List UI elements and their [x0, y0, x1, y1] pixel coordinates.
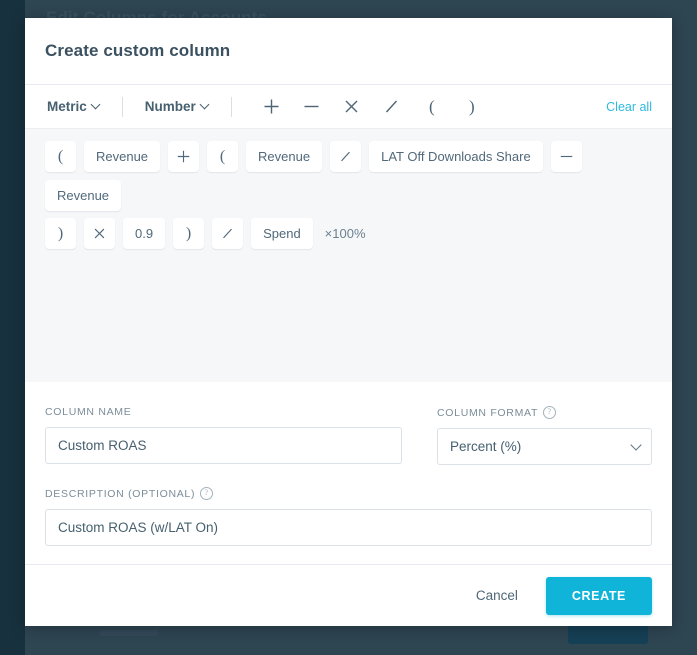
formula-token-metric[interactable]: Revenue [84, 141, 160, 172]
number-dropdown-label: Number [145, 99, 196, 114]
formula-row-1: ( Revenue ( Revenue LAT Off Downloads Share R… [45, 141, 652, 211]
create-custom-column-modal: Create custom column Metric Number [25, 18, 672, 626]
column-format-selected-value: Percent (%) [450, 439, 521, 454]
clear-all-link[interactable]: Clear all [606, 100, 652, 114]
multiply-icon [343, 98, 360, 115]
description-label-text: DESCRIPTION (OPTIONAL) [45, 488, 195, 500]
info-icon[interactable]: ? [200, 487, 213, 500]
formula-token-operator-minus[interactable] [551, 141, 582, 172]
formula-token-number[interactable]: 0.9 [123, 218, 165, 249]
formula-suffix-label: ×100% [321, 226, 366, 241]
open-paren-icon: ( [429, 98, 435, 115]
toolbar-divider [231, 97, 232, 117]
divide-slash-icon [383, 98, 400, 115]
column-settings-section: COLUMN NAME COLUMN FORMAT ? Percent (%) [25, 382, 672, 564]
chevron-down-icon [92, 101, 100, 109]
minus-icon [303, 98, 320, 115]
formula-token-metric[interactable]: Spend [251, 218, 313, 249]
plus-icon [263, 98, 280, 115]
formula-row-2: ) 0.9) Spend ×100% [45, 218, 652, 249]
formula-token-paren[interactable]: ) [173, 218, 204, 249]
formula-token-metric[interactable]: LAT Off Downloads Share [369, 141, 543, 172]
number-dropdown[interactable]: Number [143, 97, 211, 116]
modal-footer: Cancel CREATE [25, 564, 672, 626]
column-format-label: COLUMN FORMAT ? [437, 406, 652, 419]
formula-token-operator-plus[interactable] [168, 141, 199, 172]
column-name-field-block: COLUMN NAME [45, 406, 402, 465]
background-left-rail [0, 0, 25, 655]
info-icon[interactable]: ? [543, 406, 556, 419]
description-label: DESCRIPTION (OPTIONAL) ? [45, 487, 652, 500]
cancel-button[interactable]: Cancel [470, 580, 524, 611]
operator-minus-button[interactable] [292, 92, 332, 122]
operator-divide-button[interactable] [372, 92, 412, 122]
operator-multiply-button[interactable] [332, 92, 372, 122]
field-row-top: COLUMN NAME COLUMN FORMAT ? Percent (%) [45, 406, 652, 487]
formula-token-paren[interactable]: ) [45, 218, 76, 249]
operator-open-paren-button[interactable]: ( [412, 92, 452, 122]
description-field-block: DESCRIPTION (OPTIONAL) ? [45, 487, 652, 546]
formula-token-metric[interactable]: Revenue [45, 180, 121, 211]
operator-button-group: ( ) [252, 92, 492, 122]
column-format-label-text: COLUMN FORMAT [437, 407, 538, 419]
close-paren-icon: ) [469, 98, 475, 115]
formula-token-metric[interactable]: Revenue [246, 141, 322, 172]
chevron-down-icon [201, 101, 209, 109]
formula-token-paren[interactable]: ( [45, 141, 76, 172]
page-title: Create custom column [45, 41, 230, 61]
background-placeholder-bar [100, 630, 158, 636]
column-format-field-block: COLUMN FORMAT ? Percent (%) [437, 406, 652, 465]
column-name-input[interactable] [45, 427, 402, 464]
operator-plus-button[interactable] [252, 92, 292, 122]
formula-canvas[interactable]: ( Revenue ( Revenue LAT Off Downloads Share R… [25, 128, 672, 382]
column-format-select-wrap: Percent (%) [437, 428, 652, 465]
formula-token-operator-multiply[interactable] [84, 218, 115, 249]
formula-token-operator-divide[interactable] [330, 141, 361, 172]
column-name-label: COLUMN NAME [45, 406, 402, 418]
column-format-select[interactable]: Percent (%) [437, 428, 652, 465]
toolbar-divider [122, 97, 123, 117]
create-button[interactable]: CREATE [546, 577, 652, 615]
formula-token-operator-divide[interactable] [212, 218, 243, 249]
metric-dropdown-label: Metric [47, 99, 87, 114]
description-input[interactable] [45, 509, 652, 546]
metric-dropdown[interactable]: Metric [45, 97, 102, 116]
formula-toolbar: Metric Number [25, 85, 672, 128]
modal-header: Create custom column [25, 18, 672, 85]
operator-close-paren-button[interactable]: ) [452, 92, 492, 122]
formula-token-paren[interactable]: ( [207, 141, 238, 172]
column-name-label-text: COLUMN NAME [45, 406, 131, 418]
